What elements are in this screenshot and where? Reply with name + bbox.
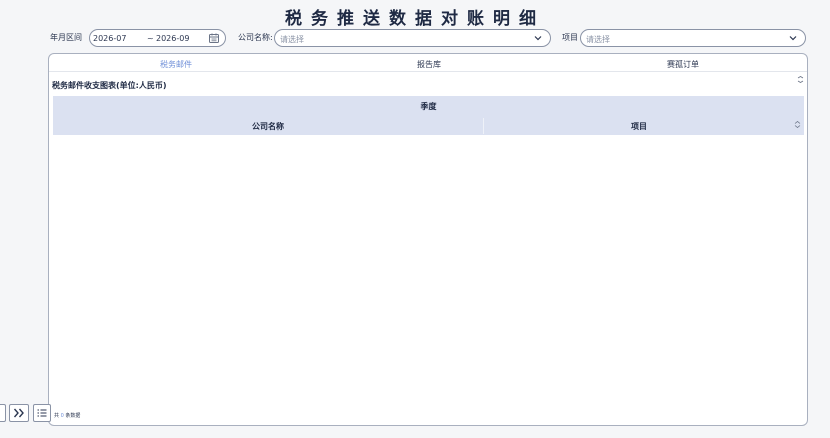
report-subtitle: 税务邮件收支图表(单位:人民币) [52,81,167,90]
calendar-icon[interactable] [208,32,220,44]
report-panel: 税务邮件 报告库 赛孤订单 税务邮件收支图表(单位:人民币) 季度 公司名称 项… [48,53,808,426]
collapse-button[interactable] [0,404,6,422]
filter-bar: 年月区间 2026-07 ~ 2026-09 公司名称: 请选择 项目 请选择 [50,28,808,48]
record-count-suffix: 条数据 [65,413,81,419]
record-count: 共 0 条数据 [54,412,80,419]
project-label: 项目 [562,33,578,42]
chevron-down-icon[interactable] [532,32,544,44]
record-count-prefix: 共 [54,413,60,419]
menu-button[interactable] [33,404,51,422]
project-placeholder: 请选择 [586,35,610,44]
column-header-project[interactable]: 项目 [631,121,647,132]
project-select[interactable]: 请选择 [580,29,806,47]
tab-tax-mail[interactable]: 税务邮件 [160,59,192,70]
column-header-company[interactable]: 公司名称 [252,121,284,132]
period-separator: ~ [147,34,154,43]
group-header-quarter: 季度 [420,102,437,111]
period-start-value[interactable]: 2026-07 [93,34,126,43]
settings-icon[interactable] [797,76,804,83]
double-chevron-right-icon [13,408,24,418]
sort-icon[interactable] [794,121,801,128]
company-label: 公司名称: [238,33,273,42]
tab-orders[interactable]: 赛孤订单 [667,59,699,70]
record-count-number: 0 [60,413,64,419]
chevron-down-icon[interactable] [787,32,799,44]
page: 税务推送数据对账明细 年月区间 2026-07 ~ 2026-09 公司名称: … [0,0,830,438]
column-divider[interactable] [483,118,484,134]
table-header: 季度 公司名称 项目 [53,96,804,135]
tab-report-library[interactable]: 报告库 [417,59,441,70]
company-placeholder: 请选择 [280,35,304,44]
period-label: 年月区间 [50,33,82,42]
expand-button[interactable] [9,404,29,422]
period-range-picker[interactable]: 2026-07 ~ 2026-09 [89,29,226,47]
page-title: 税务推送数据对账明细 [285,9,545,29]
column-header-row: 公司名称 项目 [53,116,804,135]
list-icon [37,409,47,417]
company-select[interactable]: 请选择 [274,29,551,47]
period-end-value[interactable]: 2026-09 [156,34,189,43]
tab-bar: 税务邮件 报告库 赛孤订单 [49,54,807,72]
